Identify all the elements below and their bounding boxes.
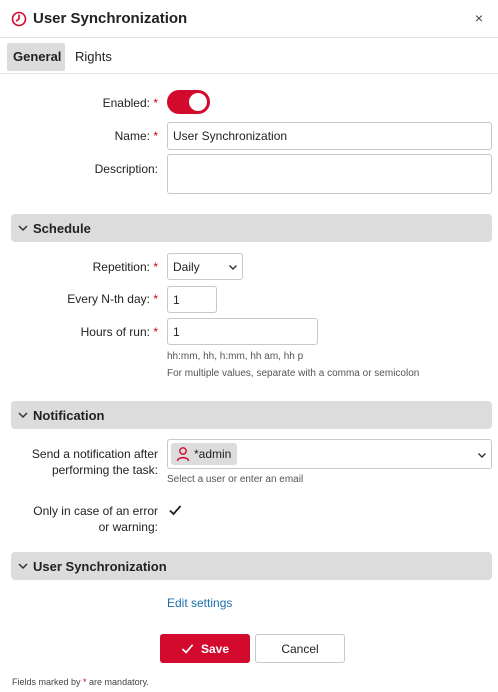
chevron-down-icon bbox=[229, 265, 237, 270]
clock-icon bbox=[11, 11, 27, 27]
enabled-toggle[interactable] bbox=[167, 90, 210, 114]
toggle-knob bbox=[189, 93, 207, 111]
multiple-values-hint: For multiple values, separate with a com… bbox=[167, 368, 420, 379]
tab-rights[interactable]: Rights bbox=[69, 43, 118, 71]
notification-title: Notification bbox=[33, 408, 105, 423]
every-nth-day-label: Every N-th day: * bbox=[67, 292, 158, 306]
repetition-value: Daily bbox=[173, 260, 200, 274]
save-button[interactable]: Save bbox=[160, 634, 250, 663]
every-nth-day-input[interactable]: 1 bbox=[167, 286, 217, 313]
error-only-label: Only in case of an error or warning: bbox=[33, 504, 158, 534]
enabled-label: Enabled: * bbox=[102, 96, 158, 110]
hours-of-run-label: Hours of run: * bbox=[80, 325, 158, 339]
dialog-header: User Synchronization × bbox=[0, 0, 498, 38]
edit-settings-link[interactable]: Edit settings bbox=[167, 596, 232, 610]
name-input[interactable]: User Synchronization bbox=[167, 122, 492, 150]
description-textarea[interactable] bbox=[167, 154, 492, 194]
description-label: Description: bbox=[94, 162, 158, 176]
cancel-button[interactable]: Cancel bbox=[255, 634, 345, 663]
user-icon bbox=[176, 447, 190, 462]
hours-format-hint: hh:mm, hh, h:mm, hh am, hh p bbox=[167, 351, 304, 362]
recipient-name: *admin bbox=[194, 447, 232, 461]
user-sync-title: User Synchronization bbox=[33, 559, 167, 574]
tab-bar: General Rights bbox=[0, 38, 498, 74]
user-sync-section-header[interactable]: User Synchronization bbox=[11, 552, 492, 580]
chevron-down-icon bbox=[18, 225, 28, 232]
repetition-select[interactable]: Daily bbox=[167, 253, 243, 280]
dialog-title: User Synchronization bbox=[33, 10, 188, 27]
tab-general[interactable]: General bbox=[7, 43, 65, 71]
recipient-hint: Select a user or enter an email bbox=[167, 474, 304, 485]
hours-of-run-input[interactable]: 1 bbox=[167, 318, 318, 345]
save-label: Save bbox=[200, 641, 230, 656]
chevron-down-icon bbox=[18, 563, 28, 570]
mandatory-fields-note: Fields marked by * are mandatory. bbox=[12, 677, 149, 687]
schedule-section-header[interactable]: Schedule bbox=[11, 214, 492, 242]
repetition-label: Repetition: * bbox=[92, 260, 158, 274]
chevron-down-icon bbox=[18, 412, 28, 419]
check-icon bbox=[181, 644, 194, 654]
name-label: Name: * bbox=[114, 129, 158, 143]
send-notification-label: Send a notification after performing the… bbox=[31, 447, 158, 477]
recipient-chip[interactable]: *admin bbox=[171, 443, 238, 465]
schedule-title: Schedule bbox=[33, 221, 91, 236]
notification-section-header[interactable]: Notification bbox=[11, 401, 492, 429]
chevron-down-icon bbox=[478, 453, 486, 458]
error-only-checkbox[interactable] bbox=[167, 502, 183, 518]
close-icon[interactable]: × bbox=[472, 10, 486, 26]
